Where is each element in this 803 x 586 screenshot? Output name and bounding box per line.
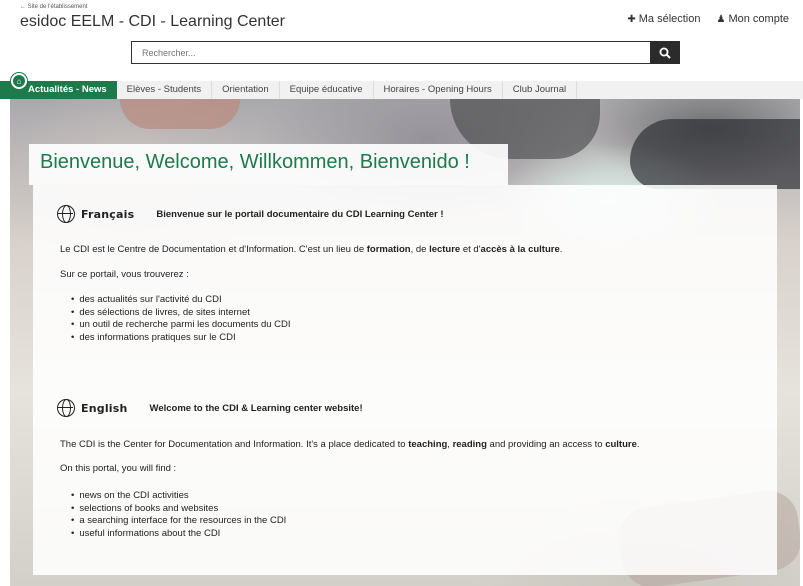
main-nav: Actualités - News Elèves - Students Orie… [0,81,803,99]
search-bar [131,41,680,64]
list-item: selections of books and websites [71,503,286,516]
nav-item-orientation[interactable]: Orientation [212,81,280,99]
home-icon[interactable]: ⌂ [11,73,27,89]
my-account-link[interactable]: ♟ Mon compte [717,13,790,25]
search-icon [659,47,671,59]
header: ← Site de l'établissement esidoc EELM - … [0,0,803,72]
search-input[interactable] [131,41,650,64]
french-lang-label: Français [81,207,135,221]
globe-icon [57,205,75,223]
english-lead: On this portal, you will find : [60,463,177,474]
list-item: un outil de recherche parmi les document… [71,319,290,332]
back-to-school-site-link[interactable]: ← Site de l'établissement [20,4,88,10]
english-intro-bold: reading [452,439,487,450]
english-intro-text: . [636,439,640,450]
english-intro-text: and providing an access to [486,439,606,450]
nav-item-equipe-educative[interactable]: Equipe éducative [280,81,374,99]
english-intro-bold: culture [605,439,637,450]
english-list: news on the CDI activities selections of… [71,490,286,540]
french-intro-text: , de [410,244,430,255]
nav-item-horaires[interactable]: Horaires - Opening Hours [374,81,503,99]
nav-item-eleves-students[interactable]: Elèves - Students [117,81,213,99]
list-item: des informations pratiques sur le CDI [71,332,291,345]
nav-item-club-journal[interactable]: Club Journal [503,81,578,99]
french-intro-bold: accès à la culture [480,244,560,255]
user-icon: ♟ [716,14,726,25]
hero-photo-detail [630,119,800,189]
list-item: a searching interface for the resources … [71,515,286,528]
french-intro: Le CDI est le Centre de Documentation et… [60,244,780,255]
french-intro-text: . [559,244,563,255]
french-heading-row: Français Bienvenue sur le portail docume… [57,205,444,223]
list-item: useful informations about the CDI [71,528,286,541]
french-intro-bold: lecture [429,244,461,255]
french-intro-text: et d' [460,244,481,255]
list-item: des sélections de livres, de sites inter… [71,307,291,320]
welcome-content-panel: Français Bienvenue sur le portail docume… [33,185,777,575]
site-title[interactable]: esidoc EELM - CDI - Learning Center [20,13,285,31]
my-selection-link[interactable]: ✚ Ma sélection [627,13,700,25]
hero-photo-detail [120,99,240,129]
french-intro-text: Le CDI est le Centre de Documentation et… [60,244,367,255]
my-selection-label: Ma sélection [638,13,701,25]
english-heading: Welcome to the CDI & Learning center web… [149,402,363,414]
search-button[interactable] [650,41,680,64]
pin-icon: ✚ [627,14,636,25]
french-heading: Bienvenue sur le portail documentaire du… [156,208,444,220]
welcome-heading: Bienvenue, Welcome, Willkommen, Bienveni… [29,144,508,185]
french-lead: Sur ce portail, vous trouverez : [60,269,189,280]
english-intro-text: The CDI is the Center for Documentation … [60,439,409,450]
nav-filler [577,81,803,99]
globe-icon [57,399,75,417]
english-lang-label: English [81,401,128,415]
list-item: des actualités sur l'activité du CDI [71,294,291,307]
top-links: ✚ Ma sélection ♟ Mon compte [627,13,789,25]
list-item: news on the CDI activities [71,490,286,503]
french-list: des actualités sur l'activité du CDI des… [71,294,291,345]
french-intro-bold: formation [366,244,411,255]
english-heading-row: English Welcome to the CDI & Learning ce… [57,399,363,417]
my-account-label: Mon compte [728,13,789,25]
english-intro: The CDI is the Center for Documentation … [60,439,780,450]
english-intro-bold: teaching [408,439,448,450]
